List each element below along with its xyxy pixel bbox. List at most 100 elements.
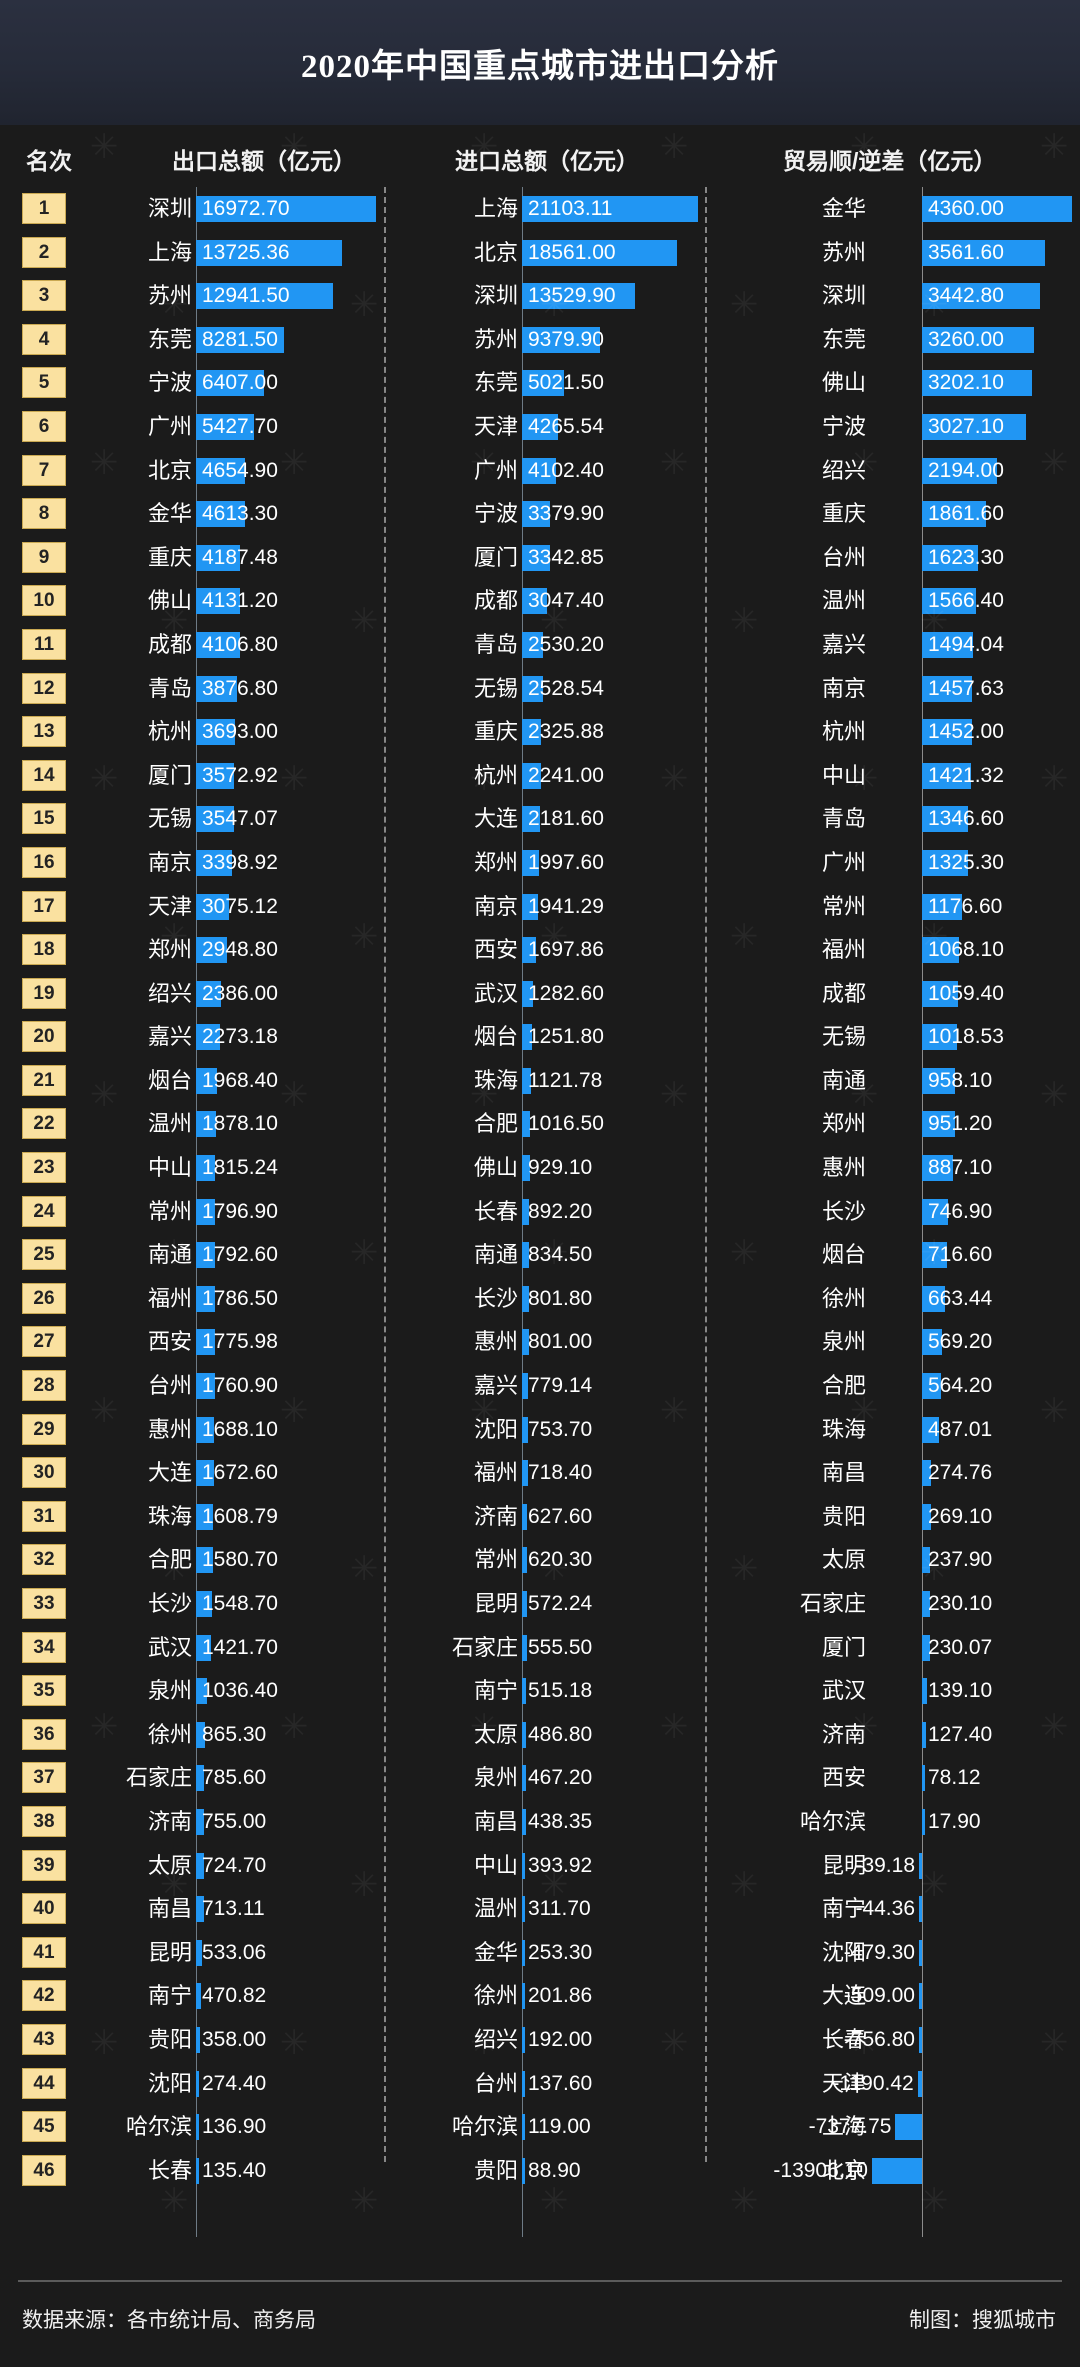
import-city-name: 烟台 (400, 1015, 518, 1059)
export-bar-track: 1580.70 (196, 1538, 376, 1582)
balance-bar-track: 958.10 (872, 1059, 1072, 1103)
export-bar-track: 4187.48 (196, 536, 376, 580)
import-value: 779.14 (528, 1364, 592, 1408)
balance-bar-track: 1068.10 (872, 928, 1072, 972)
balance-value: 230.10 (928, 1582, 992, 1626)
import-city-name: 东莞 (400, 361, 518, 405)
balance-value: 564.20 (928, 1364, 992, 1408)
balance-value: 951.20 (928, 1102, 992, 1146)
balance-bar (918, 2071, 922, 2097)
import-value: 1997.60 (528, 841, 604, 885)
balance-city-name: 福州 (716, 928, 866, 972)
import-city-name: 泉州 (400, 1756, 518, 1800)
import-bar-track: 515.18 (522, 1669, 698, 1713)
table-row: 44沈阳274.40台州137.60天津-1190.42 (0, 2062, 1080, 2106)
import-bar-track: 486.80 (522, 1713, 698, 1757)
balance-city-name: 西安 (716, 1756, 866, 1800)
table-row: 14厦门3572.92杭州2241.00中山1421.32 (0, 754, 1080, 798)
import-bar-track: 18561.00 (522, 231, 698, 275)
export-bar-track: 724.70 (196, 1844, 376, 1888)
balance-city-name: 南通 (716, 1059, 866, 1103)
column-header-balance: 贸易顺/逆差（亿元） (783, 142, 996, 176)
import-value: 2181.60 (528, 797, 604, 841)
import-city-name: 长春 (400, 1190, 518, 1234)
export-bar-track: 1672.60 (196, 1451, 376, 1495)
export-bar-track: 3398.92 (196, 841, 376, 885)
balance-bar-track: 139.10 (872, 1669, 1072, 1713)
import-bar (522, 2114, 525, 2140)
balance-bar-track: 1018.53 (872, 1015, 1072, 1059)
balance-city-name: 郑州 (716, 1102, 866, 1146)
balance-bar-track: 716.60 (872, 1233, 1072, 1277)
export-value: 1421.70 (202, 1626, 278, 1670)
export-bar-track: 1878.10 (196, 1102, 376, 1146)
export-value: 1036.40 (202, 1669, 278, 1713)
balance-city-name: 武汉 (716, 1669, 866, 1713)
import-city-name: 哈尔滨 (400, 2105, 518, 2149)
balance-bar (922, 1765, 925, 1791)
balance-value: 1068.10 (928, 928, 1004, 972)
import-city-name: 石家庄 (400, 1626, 518, 1670)
import-value: 2241.00 (528, 754, 604, 798)
balance-bar-track: 951.20 (872, 1102, 1072, 1146)
balance-value: 1494.04 (928, 623, 1004, 667)
rank-badge: 34 (22, 1632, 66, 1663)
import-bar-track: 2181.60 (522, 797, 698, 841)
import-value: 627.60 (528, 1495, 592, 1539)
export-value: 1672.60 (202, 1451, 278, 1495)
export-city-name: 厦门 (74, 754, 192, 798)
balance-bar (919, 1983, 922, 2009)
export-bar-track: 1796.90 (196, 1190, 376, 1234)
balance-value: 1059.40 (928, 972, 1004, 1016)
import-bar (522, 2158, 525, 2184)
import-value: 1941.29 (528, 885, 604, 929)
table-row: 7北京4654.90广州4102.40绍兴2194.00 (0, 449, 1080, 493)
export-city-name: 东莞 (74, 318, 192, 362)
export-city-name: 重庆 (74, 536, 192, 580)
balance-value: 1452.00 (928, 710, 1004, 754)
export-bar-track: 2273.18 (196, 1015, 376, 1059)
import-value: 929.10 (528, 1146, 592, 1190)
rank-badge: 10 (22, 585, 66, 616)
balance-city-name: 南京 (716, 667, 866, 711)
export-value: 2386.00 (202, 972, 278, 1016)
import-value: 311.70 (528, 1887, 591, 1931)
title-bar: 2020年中国重点城市进出口分析 (0, 0, 1080, 125)
balance-bar-track: -1190.42 (872, 2062, 1072, 2106)
balance-bar-track: 1346.60 (872, 797, 1072, 841)
export-bar-track: 3572.92 (196, 754, 376, 798)
export-city-name: 苏州 (74, 274, 192, 318)
export-bar (196, 1983, 201, 2009)
import-bar-track: 1941.29 (522, 885, 698, 929)
balance-value: 4360.00 (928, 187, 1004, 231)
import-bar-track: 1997.60 (522, 841, 698, 885)
import-value: 2530.20 (528, 623, 604, 667)
table-row: 38济南755.00南昌438.35哈尔滨17.90 (0, 1800, 1080, 1844)
balance-bar (919, 1940, 922, 1966)
balance-bar-track: 1325.30 (872, 841, 1072, 885)
import-city-name: 苏州 (400, 318, 518, 362)
export-value: 13725.36 (202, 231, 290, 275)
rank-badge: 46 (22, 2155, 66, 2186)
balance-bar-track: 3442.80 (872, 274, 1072, 318)
rank-badge: 37 (22, 1762, 66, 1793)
import-city-name: 济南 (400, 1495, 518, 1539)
balance-bar-track: 1176.60 (872, 885, 1072, 929)
table-row: 37石家庄785.60泉州467.20西安78.12 (0, 1756, 1080, 1800)
export-value: 6407.00 (202, 361, 278, 405)
export-city-name: 宁波 (74, 361, 192, 405)
table-row: 15无锡3547.07大连2181.60青岛1346.60 (0, 797, 1080, 841)
export-value: 1688.10 (202, 1408, 278, 1452)
import-bar-track: 253.30 (522, 1931, 698, 1975)
table-row: 1深圳16972.70上海21103.11金华4360.00 (0, 187, 1080, 231)
page-title: 2020年中国重点城市进出口分析 (301, 39, 779, 87)
import-value: 1251.80 (528, 1015, 604, 1059)
table-row: 43贵阳358.00绍兴192.00长春-756.80 (0, 2018, 1080, 2062)
import-city-name: 珠海 (400, 1059, 518, 1103)
export-value: 3572.92 (202, 754, 278, 798)
import-value: 88.90 (528, 2149, 581, 2193)
export-city-name: 太原 (74, 1844, 192, 1888)
import-bar-track: 801.00 (522, 1320, 698, 1364)
export-bar (196, 1940, 202, 1966)
import-city-name: 天津 (400, 405, 518, 449)
